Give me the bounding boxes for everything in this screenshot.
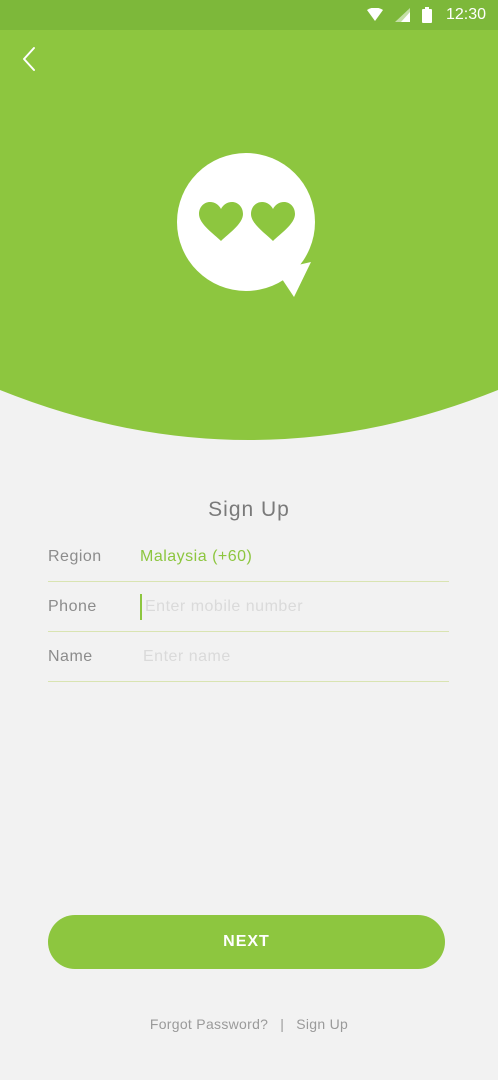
region-row: Region Malaysia (+60): [48, 532, 449, 582]
signal-icon: [394, 8, 410, 22]
sign-up-link[interactable]: Sign Up: [296, 1016, 348, 1032]
phone-label: Phone: [48, 597, 97, 615]
battery-icon: [421, 7, 432, 23]
region-label: Region: [48, 547, 102, 565]
chat-bubble-hearts-icon: [177, 153, 315, 297]
page-title: Sign Up: [208, 498, 290, 521]
name-input[interactable]: [140, 643, 449, 670]
back-button[interactable]: [14, 44, 44, 74]
name-row: Name: [48, 632, 449, 682]
forgot-password-link[interactable]: Forgot Password?: [150, 1016, 268, 1032]
link-separator: |: [280, 1016, 285, 1032]
region-selector[interactable]: Malaysia (+60): [140, 548, 252, 566]
chevron-left-icon: [23, 47, 35, 71]
status-bar: 12:30: [0, 0, 498, 30]
phone-row: Phone: [48, 582, 449, 632]
name-label: Name: [48, 647, 93, 665]
next-button[interactable]: NEXT: [48, 915, 445, 969]
bottom-links: Forgot Password? | Sign Up: [0, 1016, 498, 1032]
wifi-icon: [366, 8, 383, 21]
status-time: 12:30: [445, 6, 486, 23]
phone-input[interactable]: [140, 593, 449, 620]
